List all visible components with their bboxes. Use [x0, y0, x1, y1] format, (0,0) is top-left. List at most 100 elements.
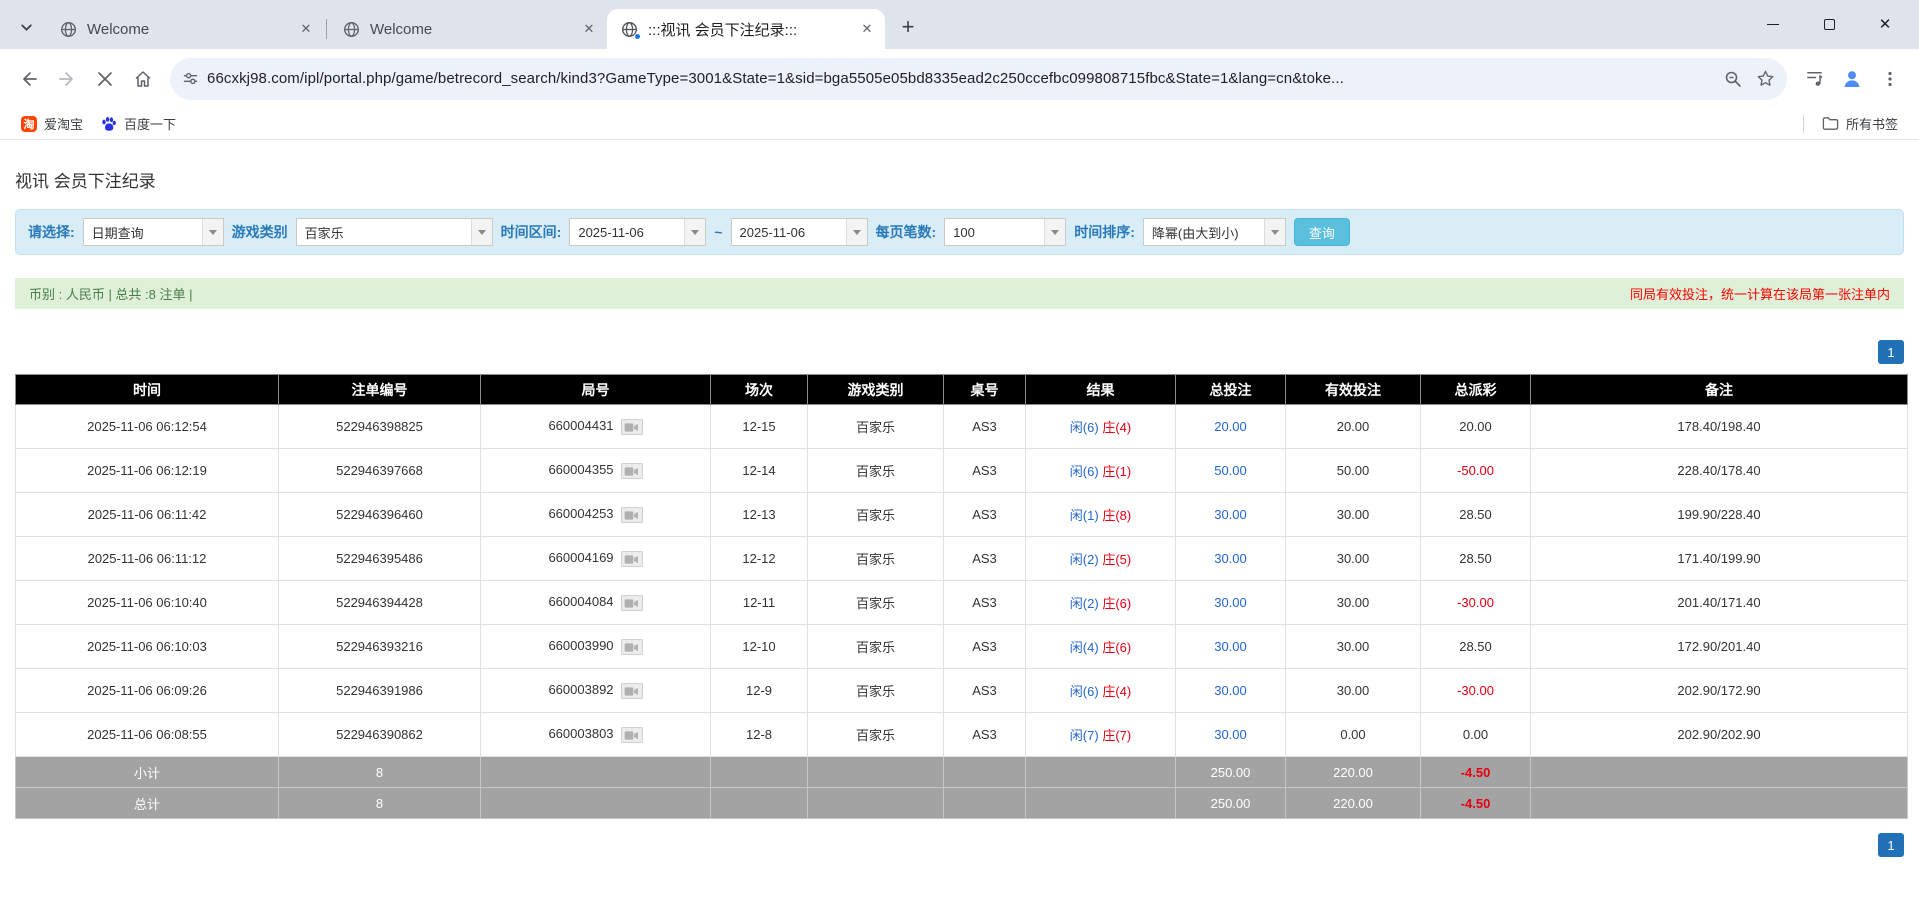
browser-menu-button[interactable] — [1871, 60, 1909, 98]
site-info-icon[interactable] — [182, 70, 199, 87]
total-row-cell — [1026, 788, 1176, 819]
cell-result: 闲(2) 庄(5) — [1026, 537, 1176, 581]
video-replay-icon[interactable] — [621, 551, 643, 567]
cell-game-type: 百家乐 — [808, 405, 944, 449]
total-bet-link[interactable]: 20.00 — [1214, 419, 1247, 434]
tab-betrecord-active[interactable]: :::视讯 会员下注纪录::: ✕ — [607, 9, 885, 49]
bookmark-baidu[interactable]: 百度一下 — [92, 112, 185, 136]
game-type-select[interactable]: 百家乐 — [296, 218, 493, 246]
cell-valid-bet: 30.00 — [1286, 581, 1421, 625]
search-button[interactable]: 查询 — [1294, 218, 1350, 246]
cell-round: 660003990 — [481, 625, 711, 669]
per-page-select[interactable]: 100 — [944, 218, 1066, 246]
video-replay-icon[interactable] — [621, 683, 643, 699]
cell-result: 闲(7) 庄(7) — [1026, 713, 1176, 757]
browser-window: Welcome ✕ Welcome ✕ :::视讯 会员下注纪录::: ✕ + … — [0, 0, 1919, 140]
column-header: 时间 — [16, 375, 279, 405]
close-icon: ✕ — [1879, 17, 1892, 32]
tab-close-icon[interactable]: ✕ — [857, 19, 877, 39]
table-row: 2025-11-06 06:12:54522946398825660004431… — [16, 405, 1908, 449]
cell-time: 2025-11-06 06:12:19 — [16, 449, 279, 493]
video-replay-icon[interactable] — [621, 463, 643, 479]
cell-table-no: AS3 — [944, 537, 1026, 581]
cell-bet-id: 522946396460 — [279, 493, 481, 537]
total-bet-link[interactable]: 30.00 — [1214, 727, 1247, 742]
cell-remark: 228.40/178.40 — [1531, 449, 1908, 493]
close-button[interactable]: ✕ — [1857, 0, 1913, 49]
media-controls-button[interactable] — [1795, 60, 1833, 98]
media-controls-icon — [1805, 69, 1824, 88]
home-button[interactable] — [124, 60, 162, 98]
video-replay-icon[interactable] — [621, 595, 643, 611]
back-button[interactable] — [10, 60, 48, 98]
cell-round: 660003892 — [481, 669, 711, 713]
chevron-down-icon — [846, 219, 867, 245]
result-banker: 庄(7) — [1102, 728, 1131, 743]
date-to-select[interactable]: 2025-11-06 — [731, 218, 868, 246]
table-row: 2025-11-06 06:12:19522946397668660004355… — [16, 449, 1908, 493]
video-replay-icon[interactable] — [621, 639, 643, 655]
page-button-1[interactable]: 1 — [1878, 340, 1904, 364]
maximize-button[interactable] — [1801, 0, 1857, 49]
cell-result: 闲(6) 庄(1) — [1026, 449, 1176, 493]
cell-session: 12-15 — [711, 405, 808, 449]
address-bar[interactable]: 66cxkj98.com/ipl/portal.php/game/betreco… — [170, 58, 1787, 100]
all-bookmarks-button[interactable]: 所有书签 — [1813, 112, 1907, 136]
cell-remark: 202.90/202.90 — [1531, 713, 1908, 757]
page-button-1[interactable]: 1 — [1878, 833, 1904, 857]
video-replay-icon[interactable] — [621, 727, 643, 743]
cell-session: 12-8 — [711, 713, 808, 757]
cell-valid-bet: 30.00 — [1286, 537, 1421, 581]
total-bet-link[interactable]: 30.00 — [1214, 595, 1247, 610]
subtotal-row-cell: 250.00 — [1176, 757, 1286, 788]
cell-time: 2025-11-06 06:11:42 — [16, 493, 279, 537]
new-tab-button[interactable]: + — [893, 12, 923, 42]
round-number: 660004355 — [548, 462, 613, 477]
total-row-cell — [808, 788, 944, 819]
chevron-down-icon — [684, 219, 705, 245]
cell-bet-id: 522946390862 — [279, 713, 481, 757]
cell-result: 闲(1) 庄(8) — [1026, 493, 1176, 537]
video-replay-icon[interactable] — [621, 419, 643, 435]
cell-bet-id: 522946391986 — [279, 669, 481, 713]
bet-table-body: 2025-11-06 06:12:54522946398825660004431… — [16, 405, 1908, 819]
tab-welcome-2[interactable]: Welcome ✕ — [329, 9, 607, 49]
cell-total-bet: 30.00 — [1176, 669, 1286, 713]
profile-avatar[interactable] — [1833, 60, 1871, 98]
tab-search-button[interactable] — [12, 13, 40, 41]
stop-loading-button[interactable] — [86, 60, 124, 98]
bookmark-taobao[interactable]: 淘 爱淘宝 — [12, 112, 92, 136]
tab-close-icon[interactable]: ✕ — [296, 19, 316, 39]
query-type-label: 请选择: — [28, 222, 75, 242]
home-icon — [133, 69, 153, 89]
column-header: 备注 — [1531, 375, 1908, 405]
result-player: 闲(4) — [1070, 640, 1099, 655]
tab-welcome-1[interactable]: Welcome ✕ — [46, 9, 324, 49]
query-type-select[interactable]: 日期查询 — [83, 218, 224, 246]
total-bet-link[interactable]: 50.00 — [1214, 463, 1247, 478]
cell-payout: 0.00 — [1421, 713, 1531, 757]
column-header: 结果 — [1026, 375, 1176, 405]
round-number: 660004084 — [548, 594, 613, 609]
forward-button[interactable] — [48, 60, 86, 98]
result-player: 闲(7) — [1070, 728, 1099, 743]
per-page-label: 每页笔数: — [876, 222, 937, 242]
bookmark-label: 百度一下 — [124, 114, 176, 133]
date-from-select[interactable]: 2025-11-06 — [569, 218, 706, 246]
total-bet-link[interactable]: 30.00 — [1214, 551, 1247, 566]
minimize-button[interactable] — [1745, 0, 1801, 49]
cell-payout: 28.50 — [1421, 537, 1531, 581]
chevron-down-icon — [471, 219, 492, 245]
cell-table-no: AS3 — [944, 713, 1026, 757]
total-bet-link[interactable]: 30.00 — [1214, 639, 1247, 654]
total-bet-link[interactable]: 30.00 — [1214, 683, 1247, 698]
total-bet-link[interactable]: 30.00 — [1214, 507, 1247, 522]
video-replay-icon[interactable] — [621, 507, 643, 523]
subtotal-row-cell: 小计 — [16, 757, 279, 788]
bookmark-star-icon[interactable] — [1756, 69, 1775, 88]
zoom-icon[interactable] — [1724, 70, 1742, 88]
tab-close-icon[interactable]: ✕ — [579, 19, 599, 39]
payout-value: -50.00 — [1457, 463, 1494, 478]
pagination-bottom: 1 — [15, 833, 1904, 857]
sort-select[interactable]: 降幂(由大到小) — [1143, 218, 1286, 246]
